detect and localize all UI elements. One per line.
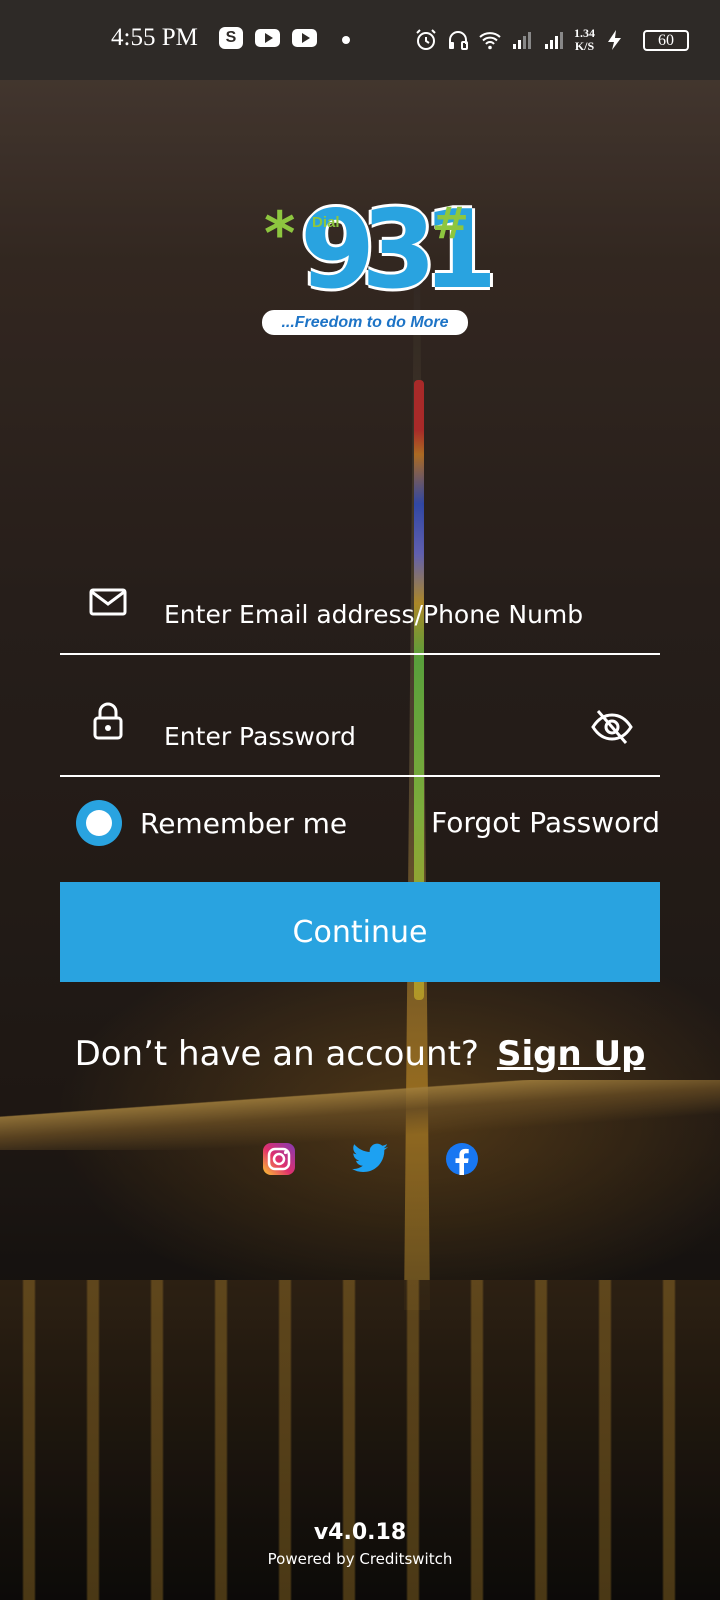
app-logo: * 931 Dial # ...Freedom to do More xyxy=(262,196,497,338)
email-input[interactable] xyxy=(164,597,584,631)
notification-dot-icon xyxy=(342,36,350,44)
powered-by: Powered by Creditswitch xyxy=(267,1550,453,1568)
lock-icon xyxy=(93,702,123,740)
remember-me-toggle[interactable]: Remember me xyxy=(76,800,347,846)
continue-button[interactable]: Continue xyxy=(60,882,660,982)
remember-me-radio[interactable] xyxy=(76,800,122,846)
wifi-icon xyxy=(479,32,501,50)
status-icons: 1.34 K/S xyxy=(414,25,627,55)
signal-icon xyxy=(513,32,531,49)
logo-tagline: ...Freedom to do More xyxy=(262,310,468,335)
logo-star: * xyxy=(264,199,296,269)
eye-off-icon[interactable] xyxy=(590,707,634,747)
headphones-icon xyxy=(449,31,468,50)
email-field xyxy=(60,575,660,655)
status-time: 4:55 PM xyxy=(111,24,198,51)
mail-icon xyxy=(89,588,127,616)
signup-link[interactable]: Sign Up xyxy=(497,1034,645,1074)
battery-icon: 60 xyxy=(643,30,689,51)
logo-hash: # xyxy=(432,198,469,249)
signup-prompt: Don’t have an account? xyxy=(74,1034,479,1074)
logo-dial: Dial xyxy=(312,214,340,231)
password-input[interactable] xyxy=(164,719,584,753)
signal-icon xyxy=(545,32,563,49)
facebook-icon[interactable] xyxy=(445,1142,479,1176)
instagram-icon[interactable] xyxy=(262,1142,296,1176)
charging-icon xyxy=(608,30,621,50)
forgot-password-link[interactable]: Forgot Password xyxy=(431,806,660,839)
remember-me-label: Remember me xyxy=(140,806,348,840)
youtube-icon xyxy=(292,29,317,47)
network-speed: 1.34 K/S xyxy=(574,26,595,53)
social-links xyxy=(0,1142,720,1178)
signup-row: Don’t have an account? Sign Up xyxy=(0,1034,720,1074)
skype-icon: S xyxy=(219,27,243,49)
app-version: v4.0.18 xyxy=(313,1520,407,1545)
password-field xyxy=(60,697,660,777)
youtube-icon xyxy=(255,29,280,47)
twitter-icon[interactable] xyxy=(350,1142,390,1176)
status-bar: 4:55 PM S 1.34 K/S 60 xyxy=(0,0,720,80)
alarm-icon xyxy=(416,29,436,50)
